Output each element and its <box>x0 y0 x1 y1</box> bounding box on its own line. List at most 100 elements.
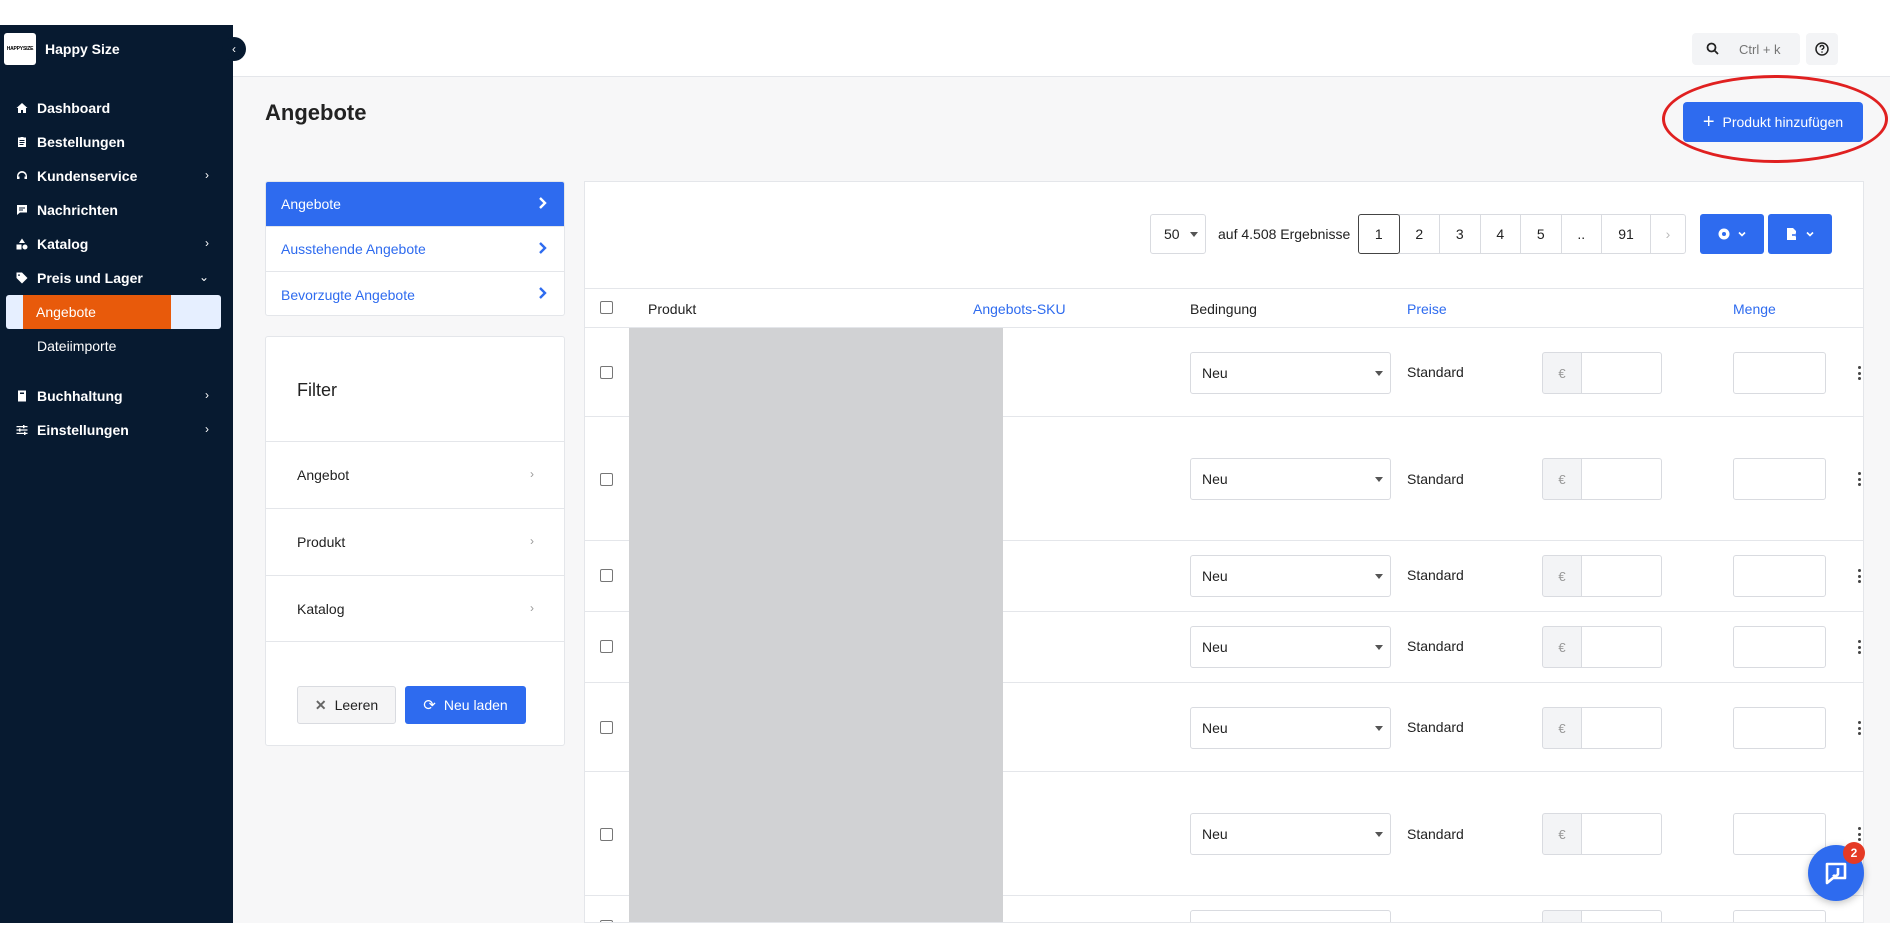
condition-value: Neu <box>1202 365 1228 381</box>
condition-select[interactable]: Neu <box>1190 707 1391 749</box>
row-menu-icon[interactable] <box>1853 640 1863 654</box>
results-count: auf 4.508 Ergebnisse <box>1218 226 1351 242</box>
table-header: Produkt Angebots-SKU Bedingung Preise Me… <box>585 288 1863 328</box>
sidebar-item-nachrichten[interactable]: Nachrichten <box>0 193 233 227</box>
column-header-preise[interactable]: Preise <box>1407 301 1447 317</box>
condition-select[interactable]: Neu <box>1190 626 1391 668</box>
row-checkbox[interactable] <box>600 828 613 841</box>
tab-angebote[interactable]: Angebote <box>266 182 564 227</box>
next-page-button[interactable]: › <box>1650 214 1686 254</box>
page-button[interactable]: 2 <box>1398 214 1440 254</box>
row-checkbox[interactable] <box>600 640 613 653</box>
row-checkbox[interactable] <box>600 920 613 922</box>
page-size-select[interactable]: 50 <box>1150 214 1206 254</box>
condition-value: Neu <box>1202 471 1228 487</box>
chevron-down-icon: ⌄ <box>198 270 209 284</box>
tag-icon <box>15 271 29 285</box>
quantity-input[interactable] <box>1733 458 1826 500</box>
page-button[interactable]: 1 <box>1358 214 1400 254</box>
currency-symbol: € <box>1542 626 1582 668</box>
search-box[interactable] <box>1692 33 1800 65</box>
price-input[interactable] <box>1582 707 1662 749</box>
price-input-group <box>1542 910 1662 922</box>
condition-value: Neu <box>1202 826 1228 842</box>
column-header-bedingung[interactable]: Bedingung <box>1190 301 1257 317</box>
page-button[interactable]: 91 <box>1601 214 1651 254</box>
filter-row-produkt[interactable]: Produkt › <box>266 508 564 575</box>
price-input[interactable] <box>1582 555 1662 597</box>
filter-row-angebot[interactable]: Angebot › <box>266 441 564 508</box>
tab-bevorzugte-angebote[interactable]: Bevorzugte Angebote <box>266 272 564 315</box>
column-header-angebots-sku[interactable]: Angebots-SKU <box>973 301 1066 317</box>
column-header-menge[interactable]: Menge <box>1733 301 1776 317</box>
condition-select[interactable] <box>1190 910 1391 922</box>
quantity-input[interactable] <box>1733 813 1826 855</box>
condition-select[interactable]: Neu <box>1190 555 1391 597</box>
reload-button[interactable]: ⟳ Neu laden <box>405 686 526 724</box>
quantity-input[interactable] <box>1733 707 1826 749</box>
row-checkbox[interactable] <box>600 569 613 582</box>
row-menu-icon[interactable] <box>1853 569 1863 583</box>
filter-row-label: Angebot <box>297 467 350 483</box>
clear-filter-button[interactable]: ✕ Leeren <box>297 686 396 724</box>
notification-badge: 2 <box>1843 842 1865 864</box>
chevron-right-icon: › <box>530 534 534 548</box>
sidebar-item-katalog[interactable]: Katalog › <box>0 227 233 261</box>
export-dropdown-button[interactable] <box>1768 214 1832 254</box>
row-checkbox[interactable] <box>600 721 613 734</box>
column-header-produkt[interactable]: Produkt <box>648 301 696 317</box>
row-menu-icon[interactable] <box>1853 472 1863 486</box>
condition-select[interactable]: Neu <box>1190 458 1391 500</box>
tab-label: Bevorzugte Angebote <box>281 286 415 303</box>
page-button[interactable]: 5 <box>1520 214 1562 254</box>
sidebar-subitem-angebote[interactable]: Angebote <box>6 295 221 329</box>
price-input[interactable] <box>1582 626 1662 668</box>
question-circle-icon <box>1815 42 1829 56</box>
row-menu-icon[interactable] <box>1853 366 1863 380</box>
price-input[interactable] <box>1582 352 1662 394</box>
chevron-right-icon: › <box>205 422 209 436</box>
sidebar-item-bestellungen[interactable]: Bestellungen <box>0 125 233 159</box>
help-button[interactable] <box>1806 33 1838 65</box>
brand[interactable]: HAPPYSIZE Happy Size <box>4 32 120 66</box>
quantity-input[interactable] <box>1733 352 1826 394</box>
price-input[interactable] <box>1582 910 1662 922</box>
sidebar-item-dashboard[interactable]: Dashboard <box>0 91 233 125</box>
caret-down-icon <box>1375 371 1383 376</box>
price-input[interactable] <box>1582 813 1662 855</box>
row-checkbox[interactable] <box>600 473 613 486</box>
condition-select[interactable]: Neu <box>1190 813 1391 855</box>
sidebar-item-buchhaltung[interactable]: Buchhaltung › <box>0 379 233 413</box>
pagination: 1 2 3 4 5 .. 91 › <box>1358 214 1686 254</box>
search-input[interactable] <box>1739 41 1799 57</box>
row-checkbox[interactable] <box>600 366 613 379</box>
quantity-input[interactable] <box>1733 626 1826 668</box>
row-menu-icon[interactable] <box>1853 827 1863 841</box>
price-input-group: € <box>1542 626 1662 668</box>
row-menu-icon[interactable] <box>1853 721 1863 735</box>
filter-row-label: Katalog <box>297 600 345 617</box>
select-all-checkbox[interactable] <box>600 301 613 314</box>
sidebar-subitem-dateiimporte[interactable]: Dateiimporte <box>0 329 233 363</box>
tab-ausstehende-angebote[interactable]: Ausstehende Angebote <box>266 227 564 272</box>
search-icon <box>1706 42 1719 55</box>
chevron-right-icon <box>539 242 547 254</box>
quantity-input[interactable] <box>1733 555 1826 597</box>
sidebar-item-kundenservice[interactable]: Kundenservice › <box>0 159 233 193</box>
sidebar-item-einstellungen[interactable]: Einstellungen › <box>0 413 233 447</box>
page-button[interactable]: 4 <box>1479 214 1521 254</box>
filter-row-katalog[interactable]: Katalog › <box>266 575 564 642</box>
sidebar-collapse-button[interactable]: ‹ <box>222 37 246 61</box>
actions-dropdown-button[interactable] <box>1700 214 1764 254</box>
price-input[interactable] <box>1582 458 1662 500</box>
filter-panel: Filter Angebot › Produkt › Katalog › ✕ L… <box>265 336 565 746</box>
page-button[interactable]: 3 <box>1439 214 1481 254</box>
sidebar-nav: Dashboard Bestellungen Kundenservice › N… <box>0 91 233 447</box>
chevron-down-icon <box>1738 231 1746 237</box>
condition-select[interactable]: Neu <box>1190 352 1391 394</box>
topbar <box>233 25 1890 77</box>
quantity-input[interactable] <box>1733 910 1826 922</box>
sidebar-item-preis-und-lager[interactable]: Preis und Lager ⌄ <box>0 261 233 295</box>
caret-down-icon <box>1375 726 1383 731</box>
add-product-button[interactable]: + Produkt hinzufügen <box>1683 102 1863 142</box>
